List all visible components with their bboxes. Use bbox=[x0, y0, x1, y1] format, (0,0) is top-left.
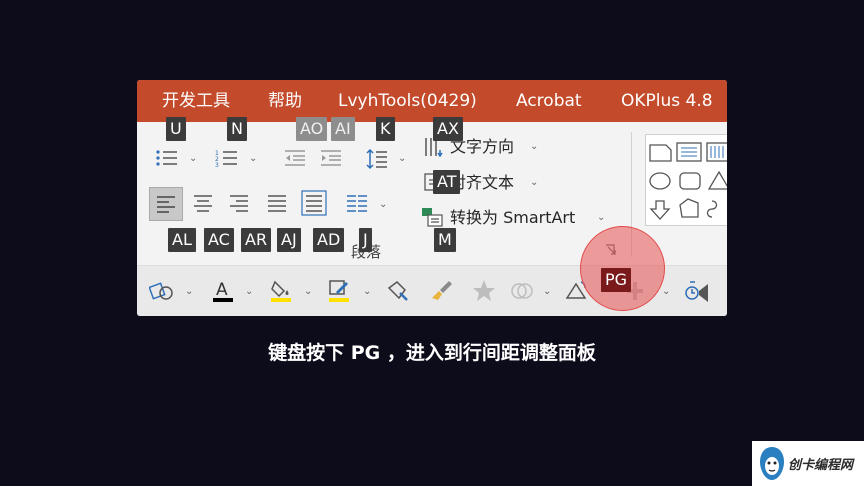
keytip-paragraph-launcher: PG bbox=[601, 268, 632, 292]
merge-shapes-icon[interactable] bbox=[509, 278, 535, 304]
align-right-icon[interactable] bbox=[227, 192, 251, 216]
chevron-down-icon[interactable]: ⌄ bbox=[189, 153, 197, 165]
monkey-logo-icon bbox=[758, 446, 786, 486]
smartart-icon[interactable] bbox=[421, 206, 445, 228]
ribbon-tab-bar: 开发工具 帮助 LvyhTools(0429) Acrobat OKPlus 4… bbox=[137, 80, 727, 122]
caption-text: 键盘按下 PG ，进入到行间距调整面板 bbox=[268, 342, 596, 364]
justify-icon[interactable] bbox=[265, 192, 289, 216]
tab-help[interactable]: 帮助 bbox=[268, 90, 302, 112]
tab-acrobat[interactable]: Acrobat bbox=[516, 90, 582, 112]
tab-lvyhtools[interactable]: LvyhTools(0429) bbox=[338, 90, 477, 112]
smartart-label[interactable]: 转换为 SmartArt bbox=[450, 208, 575, 228]
chevron-down-icon[interactable]: ⌄ bbox=[249, 153, 257, 165]
animation-timing-icon[interactable] bbox=[683, 278, 713, 304]
keytip-align-center: AC bbox=[204, 228, 234, 252]
align-center-icon[interactable] bbox=[191, 192, 215, 216]
decrease-indent-icon[interactable] bbox=[283, 148, 307, 168]
font-color-icon[interactable]: A bbox=[211, 278, 235, 304]
chevron-down-icon[interactable]: ⌄ bbox=[379, 199, 387, 211]
keytip-align-text: AT bbox=[433, 170, 461, 194]
outline-color-icon[interactable] bbox=[327, 278, 351, 304]
keytip-align-right: AR bbox=[241, 228, 272, 252]
numbering-icon[interactable]: 123 bbox=[215, 148, 239, 168]
keytip-smartart: M bbox=[434, 228, 456, 252]
chevron-down-icon[interactable]: ⌄ bbox=[543, 286, 551, 298]
shapes-gallery[interactable] bbox=[645, 134, 727, 226]
shape-styles-icon[interactable] bbox=[149, 279, 175, 303]
brush-icon[interactable] bbox=[429, 278, 455, 304]
chevron-down-icon[interactable]: ⌄ bbox=[662, 286, 670, 298]
bullets-icon[interactable] bbox=[155, 148, 179, 168]
powerpoint-ribbon: 开发工具 帮助 LvyhTools(0429) Acrobat OKPlus 4… bbox=[137, 80, 727, 316]
keytip-line-spacing: K bbox=[376, 117, 395, 141]
watermark: 创卡编程网 bbox=[752, 441, 864, 486]
effects-star-icon[interactable] bbox=[471, 278, 497, 304]
keytip-align-left: AL bbox=[168, 228, 196, 252]
keytip-bullets: U bbox=[166, 117, 186, 141]
tab-okplus[interactable]: OKPlus 4.8 bbox=[621, 90, 713, 112]
watermark-text: 创卡编程网 bbox=[788, 458, 854, 473]
columns-icon[interactable] bbox=[345, 192, 369, 216]
align-left-button[interactable] bbox=[149, 187, 183, 221]
format-painter-icon[interactable] bbox=[385, 278, 411, 304]
chevron-down-icon[interactable]: ⌄ bbox=[597, 212, 605, 224]
chevron-down-icon[interactable]: ⌄ bbox=[530, 141, 538, 153]
chevron-down-icon[interactable]: ⌄ bbox=[185, 286, 193, 298]
keytip-increase-indent: AI bbox=[331, 117, 355, 141]
svg-text:3: 3 bbox=[215, 162, 219, 168]
increase-indent-icon[interactable] bbox=[319, 148, 343, 168]
tab-developer[interactable]: 开发工具 bbox=[162, 90, 230, 112]
chevron-down-icon[interactable]: ⌄ bbox=[304, 286, 312, 298]
chevron-down-icon[interactable]: ⌄ bbox=[530, 177, 538, 189]
keytip-columns: J bbox=[359, 228, 372, 252]
chevron-down-icon[interactable]: ⌄ bbox=[245, 286, 253, 298]
keytip-numbering: N bbox=[227, 117, 247, 141]
line-spacing-icon[interactable] bbox=[365, 148, 389, 170]
keytip-justify: AJ bbox=[277, 228, 301, 252]
chevron-down-icon[interactable]: ⌄ bbox=[398, 153, 406, 165]
keytip-distributed: AD bbox=[313, 228, 345, 252]
chevron-down-icon[interactable]: ⌄ bbox=[363, 286, 371, 298]
fill-color-icon[interactable] bbox=[269, 278, 293, 304]
distributed-icon[interactable] bbox=[301, 190, 327, 216]
keytip-text-direction: AX bbox=[433, 117, 463, 141]
keytip-decrease-indent: AO bbox=[296, 117, 328, 141]
svg-text:A: A bbox=[216, 280, 228, 300]
